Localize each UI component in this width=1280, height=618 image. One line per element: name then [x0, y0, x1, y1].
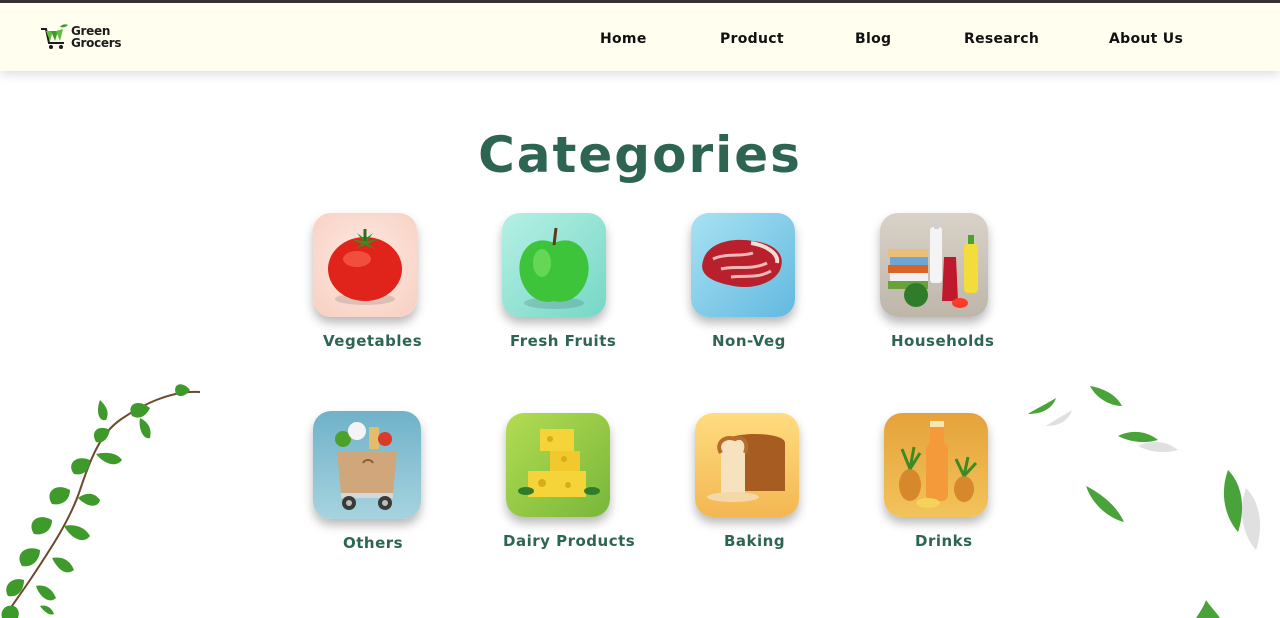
meat-steak-icon[interactable]: [691, 213, 795, 317]
category-label: Dairy Products: [503, 532, 636, 550]
category-label: Households: [891, 332, 995, 350]
nav-home-link[interactable]: Home: [600, 31, 647, 47]
page-title: Categories: [478, 126, 802, 184]
nav-product-link[interactable]: Product: [720, 31, 784, 47]
nav-about-us-link[interactable]: About Us: [1109, 31, 1183, 47]
cheese-icon[interactable]: [506, 413, 610, 517]
category-label: Others: [343, 534, 404, 552]
category-label: Fresh Fruits: [510, 332, 617, 350]
category-label: Baking: [724, 532, 786, 550]
bread-loaf-icon[interactable]: [695, 413, 799, 517]
category-label: Drinks: [915, 532, 973, 550]
site-header: Green Grocers Home Product Blog Research…: [0, 3, 1280, 71]
category-label: Vegetables: [323, 332, 423, 350]
main-nav: Home Product Blog Research About Us: [0, 3, 1280, 71]
grocery-bag-cart-icon[interactable]: [313, 411, 421, 519]
household-products-icon[interactable]: [880, 213, 988, 317]
nav-blog-link[interactable]: Blog: [855, 31, 891, 47]
nav-research-link[interactable]: Research: [964, 31, 1039, 47]
green-apple-icon[interactable]: [502, 213, 606, 317]
falling-leaves-decoration-icon: [1028, 386, 1261, 618]
ivy-vine-decoration-icon: [1, 384, 201, 618]
juice-bottle-icon[interactable]: [884, 413, 988, 517]
tomato-icon[interactable]: [313, 213, 417, 317]
category-label: Non-Veg: [712, 332, 786, 350]
